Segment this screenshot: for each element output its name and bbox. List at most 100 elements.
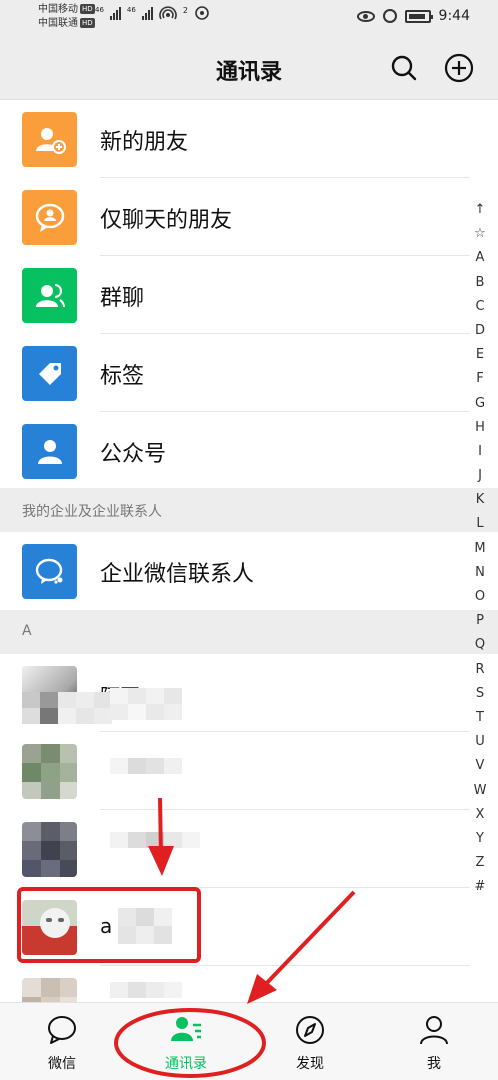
tab-me-label: 我 <box>427 1056 441 1072</box>
alphabet-index-letter[interactable]: O <box>472 585 488 609</box>
chat-only-friends-label: 仅聊天的朋友 <box>100 208 233 233</box>
signal-icon <box>109 6 121 20</box>
alphabet-index-letter[interactable]: P <box>472 609 488 633</box>
alphabet-index-letter[interactable]: F <box>472 367 488 391</box>
network-type-2: 46 <box>126 6 136 14</box>
alphabet-index[interactable]: ↑ ☆ A B C D E F G H I J K L M N O P Q R S T U V W X Y Z # <box>472 198 488 899</box>
alphabet-index-letter[interactable]: I <box>472 440 488 464</box>
official-accounts-row[interactable]: 公众号 <box>0 412 470 490</box>
alphabet-index-letter[interactable]: D <box>472 319 488 343</box>
alphabet-index-letter[interactable]: Y <box>472 827 488 851</box>
group-chat-row[interactable]: 群聊 <box>0 256 470 334</box>
carrier-1-name: 中国移动 <box>38 4 78 15</box>
tab-me[interactable]: 我 <box>372 1003 496 1080</box>
tab-contacts-label: 通讯录 <box>165 1056 207 1072</box>
alphabet-index-letter[interactable]: H <box>472 416 488 440</box>
alphabet-index-letter[interactable]: N <box>472 561 488 585</box>
enterprise-contacts-row[interactable]: 企业微信联系人 <box>0 532 470 610</box>
status-bar: 中国移动 HD 中国联通 HD 46 46 2 9:44 <box>0 0 498 36</box>
carrier-2-name: 中国联通 <box>38 18 78 29</box>
carrier-2: 中国联通 HD <box>38 17 95 30</box>
enterprise-section-header: 我的企业及企业联系人 <box>0 488 498 532</box>
alphabet-index-letter[interactable]: G <box>472 392 488 416</box>
header: 通讯录 <box>0 36 498 100</box>
chat-bubble-icon <box>48 1016 76 1044</box>
person-icon <box>420 1016 448 1045</box>
new-friends-label: 新的朋友 <box>100 130 189 155</box>
alphabet-index-letter[interactable]: C <box>472 295 488 319</box>
enterprise-section-title: 我的企业及企业联系人 <box>22 504 162 520</box>
contact-row[interactable] <box>0 966 470 1002</box>
tag-icon <box>22 346 77 401</box>
tab-chats-label: 微信 <box>48 1056 76 1072</box>
add-icon[interactable] <box>444 53 474 83</box>
chat-only-friends-row[interactable]: 仅聊天的朋友 <box>0 178 470 256</box>
pixelated-mask <box>110 832 200 848</box>
tab-bar: 微信 通讯录 发现 我 <box>0 1002 498 1080</box>
avatar <box>22 900 77 955</box>
group-chat-icon <box>22 268 77 323</box>
search-icon[interactable] <box>390 54 418 82</box>
wecom-icon <box>22 544 77 599</box>
alphabet-index-letter[interactable]: Q <box>472 633 488 657</box>
hd-badge: HD <box>80 18 95 28</box>
battery-icon <box>404 9 433 23</box>
alphabet-index-letter[interactable]: L <box>472 512 488 536</box>
contact-row-highlighted[interactable]: a <box>0 888 470 966</box>
alphabet-index-letter[interactable]: V <box>472 754 488 778</box>
pixelated-mask <box>110 688 182 720</box>
official-accounts-label: 公众号 <box>100 442 167 467</box>
alphabet-index-letter[interactable]: M <box>472 537 488 561</box>
alphabet-index-letter[interactable]: ↑ <box>472 198 488 222</box>
page-title: 通讯录 <box>215 60 282 85</box>
tab-chats[interactable]: 微信 <box>0 1003 124 1080</box>
tags-row[interactable]: 标签 <box>0 334 470 412</box>
alphabet-index-letter[interactable]: J <box>472 464 488 488</box>
avatar <box>22 822 77 877</box>
alphabet-index-letter[interactable]: Z <box>472 851 488 875</box>
alphabet-index-letter[interactable]: X <box>472 803 488 827</box>
avatar <box>22 744 77 799</box>
add-friend-icon <box>22 112 77 167</box>
alarm-icon <box>382 9 397 23</box>
official-account-icon <box>22 424 77 479</box>
signal-icon <box>141 6 153 20</box>
tab-discover-label: 发现 <box>296 1056 324 1072</box>
alphabet-index-letter[interactable]: U <box>472 730 488 754</box>
hd-badge: HD <box>80 4 95 14</box>
compass-icon <box>296 1016 324 1044</box>
status-right: 9:44 <box>356 8 470 24</box>
alphabet-index-letter[interactable]: K <box>472 488 488 512</box>
nfc-icon <box>195 6 209 20</box>
group-chat-label: 群聊 <box>100 286 145 311</box>
contact-row[interactable] <box>0 810 470 888</box>
alphabet-index-letter[interactable]: # <box>472 875 488 899</box>
hotspot-icon <box>159 6 177 20</box>
contact-name: a <box>100 914 113 938</box>
alphabet-index-letter[interactable]: E <box>472 343 488 367</box>
hotspot-count: 2 <box>182 6 188 15</box>
pixelated-mask <box>118 908 172 944</box>
eye-comfort-icon <box>356 10 375 22</box>
alphabet-index-letter[interactable]: S <box>472 682 488 706</box>
avatar <box>22 978 77 1002</box>
carrier-1: 中国移动 HD <box>38 3 95 16</box>
alphabet-index-letter[interactable]: ☆ <box>472 222 488 246</box>
alphabet-index-letter[interactable]: T <box>472 706 488 730</box>
contact-row[interactable] <box>0 732 470 810</box>
network-type-1: 46 <box>95 6 104 14</box>
alphabet-index-letter[interactable]: W <box>472 779 488 803</box>
enterprise-contacts-label: 企业微信联系人 <box>100 562 255 587</box>
pixelated-mask <box>110 982 182 998</box>
alphabet-index-letter[interactable]: R <box>472 658 488 682</box>
tab-discover[interactable]: 发现 <box>248 1003 372 1080</box>
contact-row[interactable]: 阿哥 <box>0 654 470 732</box>
alphabet-index-letter[interactable]: A <box>472 246 488 270</box>
alphabet-index-letter[interactable]: B <box>472 271 488 295</box>
tags-label: 标签 <box>100 364 145 389</box>
tab-contacts[interactable]: 通讯录 <box>124 1003 248 1080</box>
new-friends-row[interactable]: 新的朋友 <box>0 100 470 178</box>
status-time: 9:44 <box>438 8 470 24</box>
pixelated-mask <box>22 692 112 724</box>
pixelated-mask <box>110 758 182 774</box>
